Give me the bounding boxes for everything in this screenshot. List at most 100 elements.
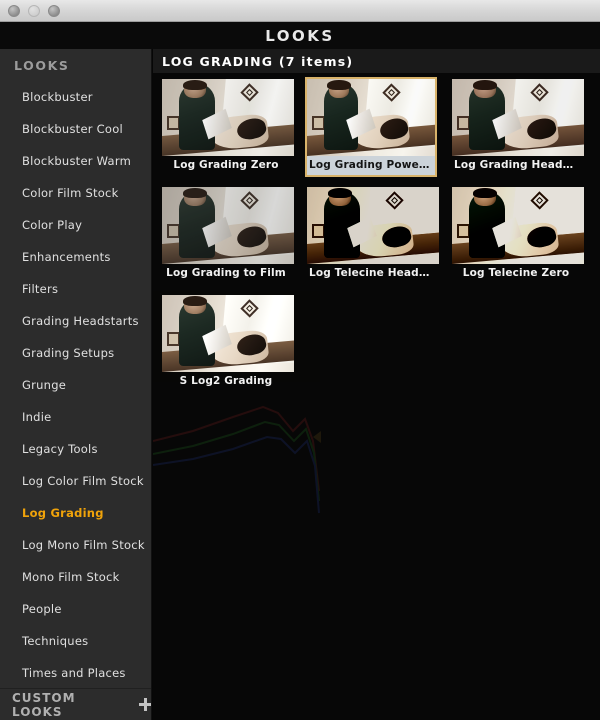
look-tile-label: Log Grading Zero: [173, 159, 279, 171]
look-tile-label: Log Grading Headstart: [454, 159, 580, 171]
look-tile-inner: Log Telecine Zero: [450, 185, 584, 285]
sidebar-item-indie[interactable]: Indie: [0, 401, 151, 433]
sidebar-item-filters[interactable]: Filters: [0, 273, 151, 305]
sidebar-item-times-and-places[interactable]: Times and Places: [0, 657, 151, 689]
sidebar-item-techniques[interactable]: Techniques: [0, 625, 151, 657]
look-tile-inner: Log Grading Zero: [160, 77, 294, 177]
sidebar-item-label: Indie: [22, 410, 52, 424]
sidebar-item-label: Techniques: [22, 634, 89, 648]
content-header-title: LOG GRADING (7 items): [162, 53, 354, 69]
sidebar-item-mono-film-stock[interactable]: Mono Film Stock: [0, 561, 151, 593]
sidebar-item-log-mono-film-stock[interactable]: Log Mono Film Stock: [0, 529, 151, 561]
preview-standing-hair: [183, 187, 207, 198]
sidebar-item-log-color-film-stock[interactable]: Log Color Film Stock: [0, 465, 151, 497]
close-button[interactable]: [8, 5, 20, 17]
look-tile[interactable]: Log Grading Power Suite: [305, 77, 437, 177]
app-header: LOOKS: [0, 22, 600, 49]
look-tile-inner: Log Grading Headstart: [450, 77, 584, 177]
look-tile-label: Log Telecine Zero: [462, 267, 570, 279]
looks-thumbnail-grid: Log Grading Zero Log Grading Power Suite L…: [153, 73, 600, 393]
sidebar-item-label: Log Grading: [22, 506, 104, 520]
page-title: LOOKS: [265, 26, 335, 45]
look-tile[interactable]: Log Grading Headstart: [450, 77, 584, 177]
sidebar-item-color-play[interactable]: Color Play: [0, 209, 151, 241]
look-tile-inner: S Log2 Grading: [160, 293, 294, 393]
look-tile[interactable]: Log Grading to Film: [160, 185, 294, 285]
look-preview-image: [162, 79, 294, 156]
look-tile-label: Log Grading Power Suite: [307, 156, 435, 175]
look-tile[interactable]: Log Telecine Headstart: [305, 185, 439, 285]
sidebar-item-blockbuster-warm[interactable]: Blockbuster Warm: [0, 145, 151, 177]
sidebar-item-label: Log Color Film Stock: [22, 474, 144, 488]
sidebar: LOOKS Blockbuster Blockbuster Cool Blockbu…: [0, 49, 152, 720]
sidebar-item-label: Color Play: [22, 218, 83, 232]
look-thumbnail[interactable]: [452, 187, 584, 264]
look-tile-inner: Log Telecine Headstart: [305, 185, 439, 285]
look-tile-inner: Log Grading Power Suite: [305, 77, 437, 177]
look-tile[interactable]: S Log2 Grading: [160, 293, 294, 393]
sidebar-item-label: Grunge: [22, 378, 67, 392]
sidebar-item-log-grading[interactable]: Log Grading: [0, 497, 151, 529]
content-header: LOG GRADING (7 items): [153, 49, 600, 73]
look-tile-label: S Log2 Grading: [179, 375, 273, 387]
sidebar-item-people[interactable]: People: [0, 593, 151, 625]
traffic-light-group: [8, 5, 60, 17]
sidebar-item-label: Blockbuster: [22, 90, 93, 104]
sidebar-item-label: Color Film Stock: [22, 186, 119, 200]
window-titlebar: [0, 0, 600, 22]
look-tile-label: Log Grading to Film: [166, 267, 286, 279]
sidebar-item-grading-headstarts[interactable]: Grading Headstarts: [0, 305, 151, 337]
plus-icon[interactable]: [139, 698, 151, 711]
sidebar-item-grunge[interactable]: Grunge: [0, 369, 151, 401]
zoom-button[interactable]: [48, 5, 60, 17]
look-tile-inner: Log Grading to Film: [160, 185, 294, 285]
look-preview-image: [452, 79, 584, 156]
sidebar-category-list: Blockbuster Blockbuster Cool Blockbuster W…: [0, 81, 151, 689]
sidebar-item-label: Times and Places: [22, 666, 126, 680]
sidebar-item-label: Enhancements: [22, 250, 111, 264]
look-thumbnail[interactable]: [162, 79, 294, 156]
look-tile-label: Log Telecine Headstart: [309, 267, 435, 279]
custom-looks-label: CUSTOM LOOKS: [12, 690, 76, 719]
preview-standing-hair: [183, 295, 207, 306]
look-thumbnail[interactable]: [307, 79, 435, 156]
look-preview-image: [162, 187, 294, 264]
preview-standing-hair: [473, 187, 497, 198]
sidebar-item-label: Grading Setups: [22, 346, 115, 360]
preview-standing-hair: [328, 187, 352, 198]
look-tile[interactable]: Log Telecine Zero: [450, 185, 584, 285]
look-preview-image: [162, 295, 294, 372]
curves-handle-marker-icon: [313, 431, 321, 443]
sidebar-item-label: Blockbuster Warm: [22, 154, 132, 168]
look-tile[interactable]: Log Grading Zero: [160, 77, 294, 177]
look-preview-image: [307, 187, 439, 264]
look-preview-image: [307, 79, 435, 156]
look-thumbnail[interactable]: [162, 295, 294, 372]
sidebar-item-color-film-stock[interactable]: Color Film Stock: [0, 177, 151, 209]
preview-wall-frame-small: [312, 115, 325, 130]
sidebar-item-label: Grading Headstarts: [22, 314, 139, 328]
minimize-button[interactable]: [28, 5, 40, 17]
custom-looks-footer[interactable]: CUSTOM LOOKS: [0, 688, 151, 720]
looks-browser-window: LOOKS LOOKS Blockbuster Blockbuster Cool B…: [0, 0, 600, 720]
sidebar-item-blockbuster-cool[interactable]: Blockbuster Cool: [0, 113, 151, 145]
look-thumbnail[interactable]: [452, 79, 584, 156]
look-thumbnail[interactable]: [162, 187, 294, 264]
look-preview-image: [452, 187, 584, 264]
sidebar-item-label: Mono Film Stock: [22, 570, 120, 584]
preview-standing-hair: [183, 79, 207, 90]
preview-standing-hair: [473, 79, 497, 90]
sidebar-item-label: People: [22, 602, 62, 616]
look-thumbnail[interactable]: [307, 187, 439, 264]
sidebar-item-grading-setups[interactable]: Grading Setups: [0, 337, 151, 369]
preview-standing-hair: [327, 79, 351, 90]
sidebar-item-label: Legacy Tools: [22, 442, 98, 456]
sidebar-item-enhancements[interactable]: Enhancements: [0, 241, 151, 273]
sidebar-header: LOOKS: [14, 57, 70, 73]
sidebar-item-label: Log Mono Film Stock: [22, 538, 145, 552]
sidebar-item-label: Blockbuster Cool: [22, 122, 123, 136]
sidebar-item-blockbuster[interactable]: Blockbuster: [0, 81, 151, 113]
sidebar-item-label: Filters: [22, 282, 59, 296]
sidebar-item-legacy-tools[interactable]: Legacy Tools: [0, 433, 151, 465]
content-pane: LOG GRADING (7 items) Log Grading Zero Lo…: [153, 49, 600, 720]
